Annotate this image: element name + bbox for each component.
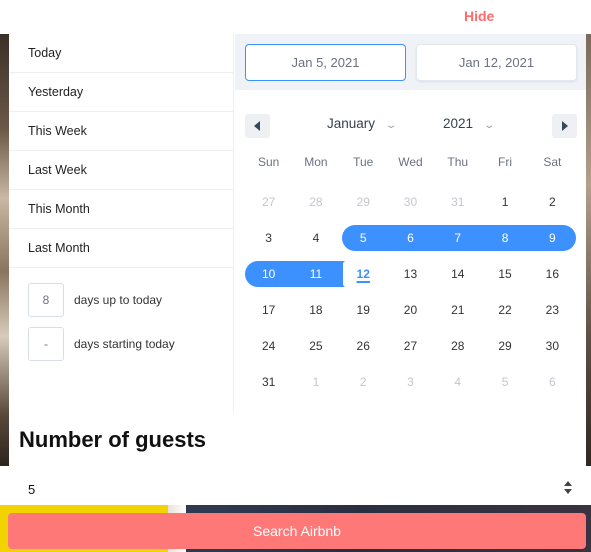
- calendar-week: 3 4 5 6 7 8 9: [245, 220, 576, 256]
- calendar-area: Jan 5, 2021 Jan 12, 2021 January ⌄ 2021 ⌄ …: [235, 34, 586, 412]
- calendar-day[interactable]: 21: [434, 297, 481, 323]
- calendar-day[interactable]: 27: [387, 333, 434, 359]
- spinner-down-icon[interactable]: [564, 489, 572, 494]
- calendar-week: 27 28 29 30 31 1 2: [245, 184, 576, 220]
- year-select[interactable]: 2021 ⌄: [443, 116, 496, 131]
- calendar-day[interactable]: 16: [529, 261, 576, 287]
- calendar-day[interactable]: 13: [387, 261, 434, 287]
- calendar-day[interactable]: 1: [481, 189, 528, 215]
- background-photo-left: [0, 34, 9, 466]
- days-up-to-today-input[interactable]: 8: [28, 283, 64, 317]
- weekday-header: Sun Mon Tue Wed Thu Fri Sat: [245, 155, 576, 169]
- calendar-day-in-range[interactable]: 9: [529, 225, 576, 251]
- spinner-up-icon[interactable]: [564, 481, 572, 486]
- calendar-day[interactable]: 2: [340, 369, 387, 395]
- range-today[interactable]: Today: [9, 34, 233, 73]
- calendar-week: 31 1 2 3 4 5 6: [245, 364, 576, 400]
- calendar-day[interactable]: 31: [245, 369, 292, 395]
- top-bar: Hide: [0, 0, 591, 34]
- days-starting-today-input[interactable]: -: [28, 327, 64, 361]
- guests-section: Number of guests 5: [9, 412, 586, 505]
- calendar-day[interactable]: 20: [387, 297, 434, 323]
- calendar-day[interactable]: 3: [387, 369, 434, 395]
- calendar-day[interactable]: 15: [481, 261, 528, 287]
- date-range-picker: Today Yesterday This Week Last Week This…: [9, 34, 586, 412]
- calendar-day[interactable]: 28: [434, 333, 481, 359]
- calendar-day[interactable]: 30: [529, 333, 576, 359]
- chevron-down-icon: ⌄: [384, 120, 398, 131]
- calendar-day[interactable]: 29: [481, 333, 528, 359]
- caret-right-icon: [562, 121, 568, 131]
- calendar-day[interactable]: 23: [529, 297, 576, 323]
- calendar-day-range-start[interactable]: 5: [340, 225, 387, 251]
- weekday-label: Sun: [257, 155, 280, 169]
- calendar-day-in-range[interactable]: 10: [245, 261, 292, 287]
- calendar-day[interactable]: 1: [292, 369, 339, 395]
- days-starting-today-row: - days starting today: [28, 327, 175, 361]
- calendar-day-in-range[interactable]: 11: [292, 261, 339, 287]
- calendar-day[interactable]: 2: [529, 189, 576, 215]
- range-this-month[interactable]: This Month: [9, 190, 233, 229]
- weekday-label: Sat: [543, 155, 562, 169]
- calendar-day[interactable]: 24: [245, 333, 292, 359]
- calendar-day[interactable]: 25: [292, 333, 339, 359]
- weekday-label: Mon: [304, 155, 328, 169]
- search-button[interactable]: Search Airbnb: [8, 513, 586, 549]
- guests-heading: Number of guests: [19, 427, 207, 452]
- background-photo-right: [586, 34, 591, 466]
- calendar-day-in-range[interactable]: 8: [481, 225, 528, 251]
- calendar-day[interactable]: 31: [434, 189, 481, 215]
- weekday-label: Fri: [498, 155, 513, 169]
- calendar-week: 24 25 26 27 28 29 30: [245, 328, 576, 364]
- chevron-down-icon: ⌄: [482, 120, 496, 131]
- calendar-day[interactable]: 18: [292, 297, 339, 323]
- caret-left-icon: [254, 121, 260, 131]
- month-select[interactable]: January ⌄: [327, 116, 398, 131]
- calendar-day[interactable]: 4: [292, 225, 339, 251]
- calendar-day[interactable]: 26: [340, 333, 387, 359]
- calendar-day-in-range[interactable]: 7: [434, 225, 481, 251]
- calendar-grid: 27 28 29 30 31 1 2 3 4 5 6 7 8 9 10 11 1…: [245, 184, 576, 400]
- calendar-week: 10 11 12 13 14 15 16: [245, 256, 576, 292]
- calendar-day[interactable]: 27: [245, 189, 292, 215]
- calendar-day[interactable]: 28: [292, 189, 339, 215]
- calendar-day[interactable]: 4: [434, 369, 481, 395]
- calendar-day[interactable]: 14: [434, 261, 481, 287]
- calendar-week: 17 18 19 20 21 22 23: [245, 292, 576, 328]
- calendar-day[interactable]: 30: [387, 189, 434, 215]
- guests-number-input[interactable]: 5: [19, 473, 576, 505]
- month-select-value: January: [327, 116, 376, 131]
- days-up-to-today-label: days up to today: [74, 293, 163, 307]
- quick-ranges-sidebar: Today Yesterday This Week Last Week This…: [9, 34, 234, 412]
- end-date-input[interactable]: Jan 12, 2021: [416, 44, 577, 81]
- number-spinner[interactable]: [562, 480, 574, 496]
- date-inputs-header: Jan 5, 2021 Jan 12, 2021: [235, 34, 586, 90]
- range-last-month[interactable]: Last Month: [9, 229, 233, 268]
- hide-button[interactable]: Hide: [464, 8, 494, 24]
- calendar-day[interactable]: 29: [340, 189, 387, 215]
- range-last-week[interactable]: Last Week: [9, 151, 233, 190]
- guests-value: 5: [28, 482, 36, 497]
- start-date-input[interactable]: Jan 5, 2021: [245, 44, 406, 81]
- weekday-label: Tue: [353, 155, 374, 169]
- calendar-day-range-end[interactable]: 12: [340, 261, 387, 287]
- calendar-day[interactable]: 3: [245, 225, 292, 251]
- calendar-day[interactable]: 19: [340, 297, 387, 323]
- weekday-label: Thu: [447, 155, 469, 169]
- previous-month-button[interactable]: [245, 114, 270, 138]
- year-select-value: 2021: [443, 116, 474, 131]
- next-month-button[interactable]: [552, 114, 577, 138]
- range-this-week[interactable]: This Week: [9, 112, 233, 151]
- calendar-day-in-range[interactable]: 6: [387, 225, 434, 251]
- calendar-day[interactable]: 17: [245, 297, 292, 323]
- days-up-to-today-row: 8 days up to today: [28, 283, 162, 317]
- calendar-day[interactable]: 22: [481, 297, 528, 323]
- calendar-day[interactable]: 6: [529, 369, 576, 395]
- range-yesterday[interactable]: Yesterday: [9, 73, 233, 112]
- calendar-day[interactable]: 5: [481, 369, 528, 395]
- days-starting-today-label: days starting today: [74, 337, 175, 351]
- weekday-label: Wed: [398, 155, 423, 169]
